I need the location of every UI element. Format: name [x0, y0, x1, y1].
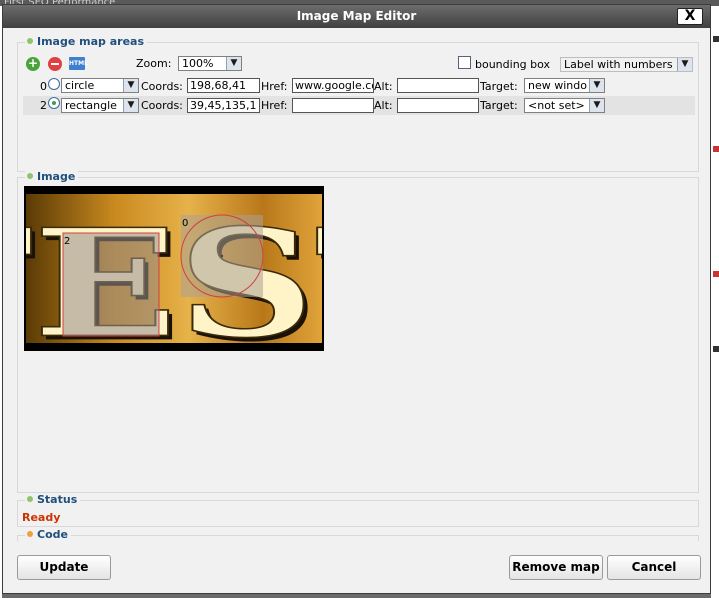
- close-button[interactable]: X: [677, 8, 703, 25]
- background-mark: [713, 271, 719, 277]
- image-legend[interactable]: Image: [25, 170, 79, 183]
- area-select-radio[interactable]: [48, 78, 60, 90]
- status-text: Ready: [22, 511, 61, 524]
- chevron-down-icon: ▼: [123, 99, 138, 112]
- zoom-select[interactable]: 100% ▼: [178, 56, 242, 71]
- area-row[interactable]: 2 rectangle ▼ Coords: 39,45,135,1 Href: A…: [23, 96, 695, 115]
- area-row[interactable]: 0 circle ▼ Coords: 198,68,41 Href: www.go…: [23, 77, 695, 96]
- add-area-button[interactable]: +: [26, 57, 40, 71]
- status-legend[interactable]: Status: [25, 493, 81, 506]
- area-select-radio[interactable]: [48, 97, 60, 109]
- collapse-dot-icon: [27, 496, 33, 502]
- target-label: Target:: [480, 80, 518, 93]
- coords-label: Coords:: [141, 80, 183, 93]
- href-label: Href:: [261, 99, 288, 112]
- background-mark: [713, 36, 719, 42]
- chevron-down-icon: ▼: [589, 99, 604, 112]
- dialog-title: Image Map Editor: [296, 9, 417, 23]
- href-label: Href:: [261, 80, 288, 93]
- background-mark: [713, 346, 719, 352]
- dialog-titlebar[interactable]: Image Map Editor X: [3, 5, 710, 28]
- target-label: Target:: [480, 99, 518, 112]
- area-index: 2: [40, 99, 47, 112]
- html-view-button[interactable]: HTML: [69, 57, 88, 70]
- alt-label: Alt:: [374, 80, 393, 93]
- remove-map-button[interactable]: Remove map: [509, 555, 603, 580]
- area-label-rect: 2: [64, 236, 70, 247]
- collapse-dot-icon: [27, 173, 33, 179]
- remove-area-button[interactable]: [48, 57, 62, 71]
- test-image: TEST TEST 0 2: [26, 188, 322, 349]
- area-label-circle: 0: [182, 218, 188, 229]
- code-section: [17, 535, 699, 541]
- area-href-input[interactable]: www.google.co: [292, 78, 374, 93]
- area-target-select[interactable]: <not set> ▼: [524, 98, 605, 113]
- area-href-input[interactable]: [292, 98, 374, 113]
- chevron-down-icon: ▼: [226, 57, 241, 70]
- rect-area-highlight[interactable]: [62, 232, 160, 337]
- update-button[interactable]: Update: [17, 555, 111, 580]
- chevron-down-icon: ▼: [589, 79, 604, 92]
- area-alt-input[interactable]: [397, 78, 479, 93]
- code-legend[interactable]: Code: [25, 528, 71, 541]
- html-icon: HTML: [69, 60, 88, 67]
- collapse-dot-icon: [27, 531, 33, 537]
- collapse-dot-icon: [27, 38, 33, 44]
- chevron-down-icon: ▼: [123, 79, 138, 92]
- alt-label: Alt:: [374, 99, 393, 112]
- image-map-areas-legend[interactable]: Image map areas: [25, 35, 148, 48]
- background-mark: [713, 146, 719, 152]
- area-index: 0: [40, 80, 47, 93]
- bounding-box-label: bounding box: [475, 58, 551, 71]
- background-page-right-edge: [711, 6, 719, 598]
- bounding-box-checkbox[interactable]: [458, 56, 471, 69]
- image-map-canvas[interactable]: TEST TEST 0 2: [24, 186, 324, 351]
- area-coords-input[interactable]: 198,68,41: [187, 78, 260, 93]
- label-mode-select[interactable]: Label with numbers ▼: [560, 57, 693, 72]
- chevron-down-icon: ▼: [677, 58, 692, 71]
- plus-icon: +: [27, 56, 39, 70]
- area-shape-select[interactable]: circle ▼: [61, 78, 139, 93]
- zoom-label: Zoom:: [136, 57, 172, 70]
- status-section: [17, 500, 699, 527]
- circle-center-dot: [220, 254, 224, 258]
- coords-label: Coords:: [141, 99, 183, 112]
- close-icon: X: [684, 8, 696, 24]
- area-target-select[interactable]: new windo ▼: [524, 78, 605, 93]
- area-shape-select[interactable]: rectangle ▼: [61, 98, 139, 113]
- area-alt-input[interactable]: [397, 98, 479, 113]
- cancel-button[interactable]: Cancel: [607, 555, 701, 580]
- area-coords-input[interactable]: 39,45,135,1: [187, 98, 260, 113]
